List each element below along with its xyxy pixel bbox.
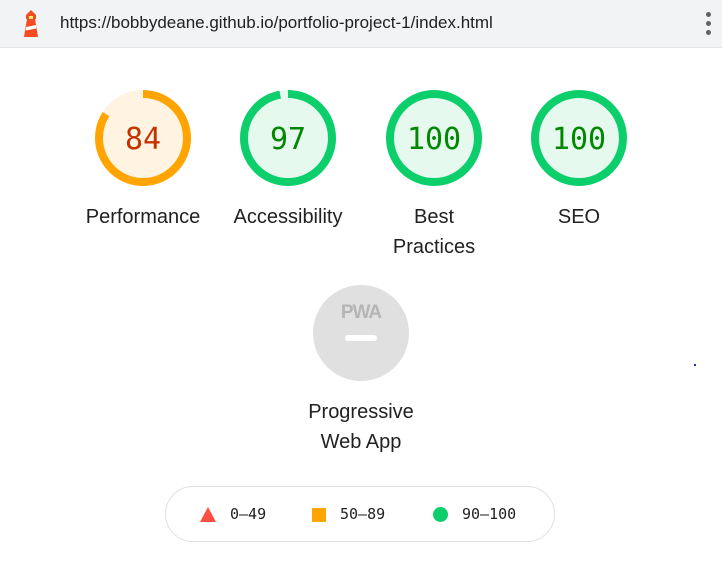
more-vert-icon[interactable] [700,10,716,38]
gauge-ring: 100 [386,90,482,186]
gauge-label: Accessibility [233,206,343,228]
gauge-label-line1: Best [413,206,455,228]
gauge-label: Performance [85,206,201,228]
gauge-accessibility[interactable]: 97 Accessibility [218,88,358,232]
gauge-best-practices[interactable]: 100 Best Practices [364,88,504,262]
score-value: 100 [552,122,606,157]
gauge-ring: 84 [95,90,191,186]
pwa-dash-icon [345,335,377,341]
score-value: 84 [125,122,161,157]
legend-fail: 0–49 [200,505,266,523]
score-value: 97 [270,122,306,157]
gauge-pwa[interactable]: PWA Progressive Web App [291,283,431,457]
legend-average: 50–89 [312,505,385,523]
gauge-label: Best Practices [364,202,504,262]
pwa-badge-icon: PWA [313,285,409,381]
square-icon [312,507,326,522]
gauge-ring: 97 [240,90,336,186]
address-bar: https://bobbydeane.github.io/portfolio-p… [0,0,722,48]
url-text[interactable]: https://bobbydeane.github.io/portfolio-p… [60,13,493,33]
gauge-ring: 100 [531,90,627,186]
score-legend: 0–49 50–89 90–100 [165,486,555,542]
legend-average-range: 50–89 [340,505,386,523]
legend-pass-range: 90–100 [462,505,517,523]
lighthouse-icon [24,10,38,37]
gauge-seo[interactable]: 100 SEO [509,88,649,232]
gauge-label-line2: Web App [320,431,402,453]
gauge-label: SEO [557,206,601,228]
stray-dot [694,364,696,366]
gauge-label: Progressive Web App [291,397,431,457]
legend-pass: 90–100 [433,505,516,523]
score-value: 100 [407,122,461,157]
gauge-label-line1: Progressive [308,401,414,423]
legend-fail-range: 0–49 [230,505,267,523]
circle-icon [433,507,448,522]
triangle-icon [200,507,216,522]
gauge-label-line2: Practices [392,236,476,258]
pwa-badge-text: PWA [341,302,383,323]
gauge-performance[interactable]: 84 Performance [73,88,213,232]
